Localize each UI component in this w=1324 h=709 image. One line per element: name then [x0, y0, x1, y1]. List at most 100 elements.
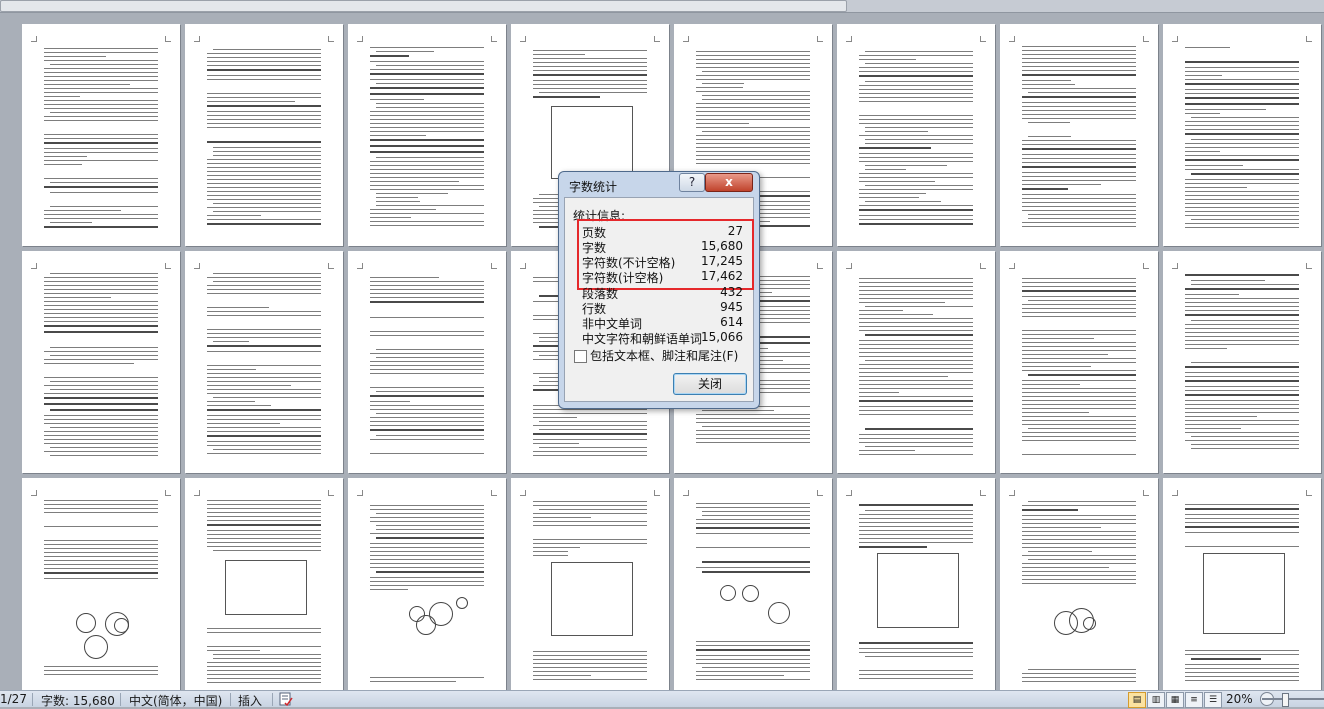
page-thumbnail[interactable]: [185, 478, 343, 690]
text-line: [370, 681, 456, 682]
page-thumbnail[interactable]: [1163, 24, 1321, 246]
text-line: [44, 544, 158, 545]
text-line: [1185, 306, 1299, 307]
text-line: [207, 381, 321, 382]
stat-row-non-chinese-words: 非中文单词 614: [582, 315, 748, 331]
text-line: [207, 289, 321, 290]
page-thumbnail[interactable]: [837, 251, 995, 473]
page-thumbnail[interactable]: [348, 24, 506, 246]
text-line: [370, 79, 484, 80]
text-line: [370, 589, 408, 590]
page-thumbnail[interactable]: [185, 24, 343, 246]
close-icon[interactable]: x: [705, 173, 753, 192]
horizontal-scrollbar[interactable]: [0, 0, 1324, 13]
include-textboxes-label[interactable]: 包括文本框、脚注和尾注(F): [590, 347, 738, 364]
text-line: [207, 377, 321, 378]
text-line: [859, 372, 973, 373]
text-line: [859, 348, 973, 349]
page-thumbnail[interactable]: [1163, 251, 1321, 473]
word-count-dialog: 字数统计 ? x 统计信息: 页数 27 字数 15,680 字符数(不计空格) 17…: [558, 171, 760, 409]
text-line: [1185, 151, 1220, 152]
page-thumbnail[interactable]: [1000, 251, 1158, 473]
text-line: [207, 427, 321, 428]
text-line: [1022, 400, 1136, 401]
page-thumbnail[interactable]: [1163, 478, 1321, 690]
text-line: [207, 666, 321, 667]
text-line: [44, 305, 158, 306]
text-line: [533, 54, 585, 55]
stat-value: 17,462: [701, 269, 743, 283]
page-thumbnail[interactable]: [22, 251, 180, 473]
text-line: [859, 193, 926, 194]
text-line: [859, 286, 973, 287]
text-line: [859, 123, 973, 124]
text-line: [859, 670, 973, 671]
text-line: [696, 430, 810, 431]
text-line: [1028, 214, 1136, 215]
text-line: [1185, 223, 1299, 224]
text-line: [207, 351, 321, 352]
text-line: [1022, 579, 1136, 580]
text-line: [1185, 187, 1247, 188]
text-line: [533, 551, 568, 552]
page-thumbnail[interactable]: [1000, 24, 1158, 246]
text-line: [696, 63, 810, 64]
page-thumbnail[interactable]: [674, 478, 832, 690]
zoom-level[interactable]: 20%: [1226, 692, 1253, 706]
heading-line: [44, 403, 158, 405]
close-button[interactable]: 关闭: [673, 373, 747, 395]
checkbox-icon[interactable]: [574, 350, 587, 363]
scrollbar-thumb[interactable]: [0, 0, 847, 12]
text-line: [1022, 547, 1136, 548]
insert-mode-indicator[interactable]: 插入: [238, 692, 262, 709]
language-indicator[interactable]: 中文(简体，中国): [129, 692, 222, 709]
text-line: [50, 389, 158, 390]
text-line: [370, 567, 484, 568]
page-indicator[interactable]: 1/27: [0, 692, 27, 706]
text-line: [207, 97, 321, 98]
text-line: [865, 306, 973, 307]
text-line: [696, 115, 810, 116]
page-thumbnail[interactable]: [22, 24, 180, 246]
text-line: [702, 511, 810, 512]
heading-line: [1022, 96, 1136, 98]
zoom-slider[interactable]: [1262, 698, 1324, 700]
text-line: [1185, 169, 1299, 170]
page-thumbnail[interactable]: [22, 478, 180, 690]
text-line: [1185, 532, 1299, 533]
page-thumbnail[interactable]: [511, 478, 669, 690]
text-line: [859, 322, 973, 323]
help-icon[interactable]: ?: [679, 173, 705, 192]
page-thumbnail[interactable]: [837, 24, 995, 246]
text-line: [213, 281, 321, 282]
heading-line: [44, 397, 158, 399]
page-thumbnail[interactable]: [837, 478, 995, 690]
spellcheck-icon[interactable]: [279, 692, 293, 709]
page-thumbnail[interactable]: [348, 478, 506, 690]
text-line: [859, 380, 973, 381]
figure-circle: [720, 585, 736, 601]
text-line: [696, 438, 810, 439]
heading-line: [1022, 509, 1078, 511]
text-line: [376, 51, 434, 52]
text-line: [1185, 75, 1222, 76]
text-line: [207, 650, 260, 651]
text-line: [207, 119, 321, 120]
page-thumbnail[interactable]: [348, 251, 506, 473]
word-count-indicator[interactable]: 字数: 15,680: [41, 692, 115, 709]
text-line: [44, 289, 158, 290]
text-line: [44, 568, 158, 569]
page-thumbnail[interactable]: [185, 251, 343, 473]
heading-line: [370, 73, 484, 75]
zoom-slider-thumb[interactable]: [1282, 693, 1289, 707]
text-line: [859, 522, 973, 523]
text-line: [207, 171, 321, 172]
text-line: [207, 670, 321, 671]
page-thumbnail[interactable]: [1000, 478, 1158, 690]
text-line: [1022, 304, 1136, 305]
heading-line: [370, 301, 484, 303]
text-line: [1022, 70, 1136, 71]
text-line: [44, 363, 134, 364]
text-line: [859, 153, 973, 154]
text-line: [44, 377, 158, 378]
